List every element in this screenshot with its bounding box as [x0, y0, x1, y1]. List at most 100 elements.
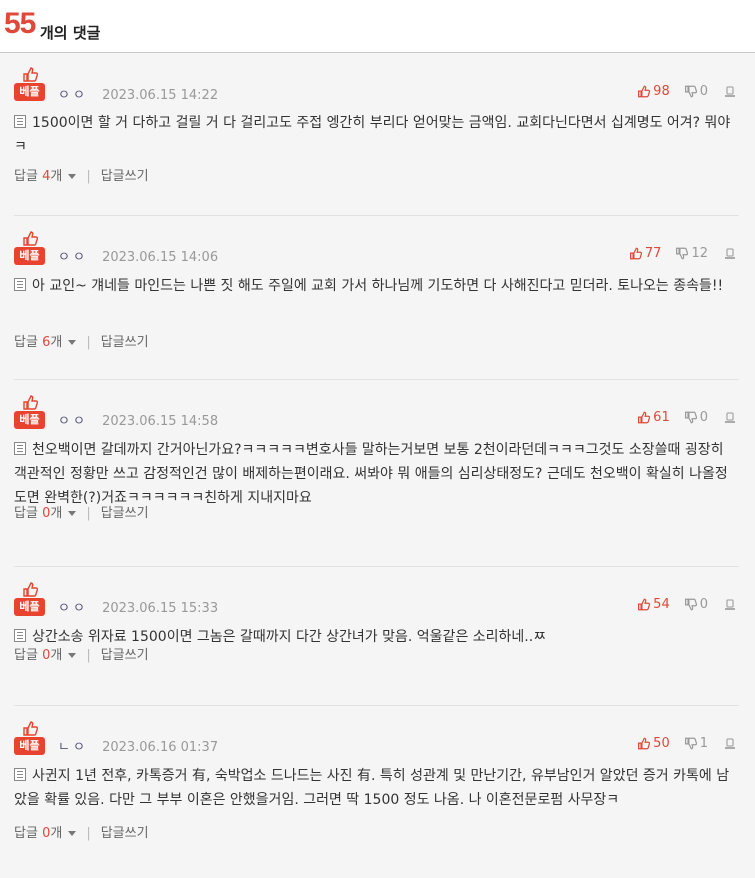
reply-toggle[interactable]: 답글 4개 — [14, 169, 77, 184]
comment-stats: 54 0 — [637, 597, 739, 612]
thumbs-down-icon — [676, 247, 689, 260]
comment-item: 베플 ㅇㅇ 2023.06.15 14:06 77 12 아 교인~ 걔네들 마… — [14, 216, 739, 380]
best-badge: 베플 — [14, 67, 46, 101]
best-label: 베플 — [14, 411, 45, 429]
comment-meta: ㅇㅇ 2023.06.15 14:06 — [58, 246, 218, 265]
comment-item: 베플 ㅇㅇ 2023.06.15 15:33 54 0 상간소송 위자료 150… — [14, 567, 739, 706]
best-badge: 베플 — [14, 231, 46, 265]
write-reply-button[interactable]: 답글쓰기 — [101, 648, 149, 663]
document-icon — [14, 442, 26, 455]
comment-date: 2023.06.15 14:06 — [102, 250, 219, 265]
comment-author[interactable]: ㄴㅇ — [58, 740, 88, 755]
thumbs-up-icon — [638, 85, 651, 98]
dislike-button[interactable]: 1 — [684, 736, 708, 751]
report-icon — [725, 85, 735, 97]
divider: | — [86, 169, 91, 184]
reply-unit: 개 — [50, 335, 63, 350]
comment-stats: 61 0 — [637, 410, 739, 425]
reply-label: 답글 — [14, 648, 38, 663]
reply-unit: 개 — [50, 506, 63, 521]
report-button[interactable] — [724, 247, 739, 260]
reply-unit: 개 — [50, 648, 63, 663]
comment-item: 베플 ㄴㅇ 2023.06.16 01:37 50 1 사귄지 1년 전후, 카… — [14, 706, 739, 878]
dislike-button[interactable]: 12 — [675, 246, 708, 261]
reply-toggle[interactable]: 답글 6개 — [14, 335, 77, 350]
best-badge: 베플 — [14, 395, 46, 429]
dislike-button[interactable]: 0 — [684, 597, 708, 612]
comment-author[interactable]: ㅇㅇ — [58, 250, 88, 265]
comments-header: 55 개의 댓글 — [0, 0, 755, 53]
dislike-button[interactable]: 0 — [684, 84, 708, 99]
report-button[interactable] — [724, 737, 739, 750]
like-button[interactable]: 61 — [637, 410, 670, 425]
best-label: 베플 — [14, 598, 45, 616]
reply-toggle[interactable]: 답글 0개 — [14, 826, 77, 841]
write-reply-button[interactable]: 답글쓰기 — [101, 335, 149, 350]
like-button[interactable]: 54 — [637, 597, 670, 612]
comment-date: 2023.06.15 14:58 — [102, 414, 219, 429]
comment-item: 베플 ㅇㅇ 2023.06.15 14:22 98 0 1500이면 할 거 다… — [14, 53, 739, 216]
comment-meta: ㄴㅇ 2023.06.16 01:37 — [58, 736, 218, 755]
comment-meta: ㅇㅇ 2023.06.15 14:58 — [58, 410, 218, 429]
best-thumb-icon — [23, 721, 38, 736]
like-count: 54 — [653, 597, 670, 612]
like-button[interactable]: 77 — [629, 246, 661, 261]
comment-text: 사귄지 1년 전후, 카톡증거 有, 숙박업소 드나드는 사진 有. 특히 성관… — [14, 768, 730, 808]
comment-body: 1500이면 할 거 다하고 걸릴 거 다 걸리고도 주접 엥간히 부리다 얻어… — [14, 111, 739, 159]
dislike-button[interactable]: 0 — [684, 410, 708, 425]
report-icon — [725, 411, 735, 423]
report-button[interactable] — [724, 85, 739, 98]
thumbs-up-icon — [638, 598, 651, 611]
reply-label: 답글 — [14, 826, 38, 841]
comment-actions: 답글 6개 | 답글쓰기 — [14, 331, 149, 350]
write-reply-button[interactable]: 답글쓰기 — [101, 826, 149, 841]
reply-unit: 개 — [50, 169, 63, 184]
comment-meta: ㅇㅇ 2023.06.15 14:22 — [58, 84, 218, 103]
divider: | — [86, 506, 91, 521]
divider: | — [86, 826, 91, 841]
comment-text: 천오백이면 갈데까지 간거아닌가요?ㅋㅋㅋㅋㅋ변호사들 말하는거보면 보통 2천… — [14, 442, 728, 506]
comment-count-label: 개의 댓글 — [40, 24, 101, 42]
dislike-count: 1 — [699, 736, 708, 751]
chevron-down-icon — [68, 653, 77, 658]
best-thumb-icon — [23, 395, 38, 410]
report-button[interactable] — [724, 411, 739, 424]
comment-list: 베플 ㅇㅇ 2023.06.15 14:22 98 0 1500이면 할 거 다… — [0, 53, 755, 878]
reply-label: 답글 — [14, 506, 38, 521]
comment-actions: 답글 4개 | 답글쓰기 — [14, 165, 149, 184]
comment-author[interactable]: ㅇㅇ — [58, 601, 88, 616]
like-button[interactable]: 98 — [637, 84, 670, 99]
comment-item: 베플 ㅇㅇ 2023.06.15 14:58 61 0 천오백이면 갈데까지 간… — [14, 380, 739, 567]
like-count: 98 — [653, 84, 670, 99]
best-thumb-icon — [23, 231, 38, 246]
thumbs-up-icon — [629, 247, 642, 260]
report-icon — [725, 598, 735, 610]
reply-toggle[interactable]: 답글 0개 — [14, 506, 77, 521]
comment-stats: 50 1 — [637, 736, 739, 751]
comment-meta: ㅇㅇ 2023.06.15 15:33 — [58, 597, 218, 616]
comment-author[interactable]: ㅇㅇ — [58, 414, 88, 429]
report-button[interactable] — [724, 598, 739, 611]
dislike-count: 0 — [699, 410, 708, 425]
dislike-count: 12 — [691, 246, 708, 261]
comment-actions: 답글 0개 | 답글쓰기 — [14, 644, 149, 663]
reply-toggle[interactable]: 답글 0개 — [14, 648, 77, 663]
chevron-down-icon — [68, 831, 77, 836]
chevron-down-icon — [68, 174, 77, 179]
like-count: 61 — [653, 410, 670, 425]
comment-stats: 77 12 — [629, 246, 739, 261]
comment-text: 아 교인~ 걔네들 마인드는 나쁜 짓 해도 주일에 교회 가서 하나님께 기도… — [32, 278, 724, 294]
thumbs-up-icon — [638, 411, 651, 424]
comment-body: 천오백이면 갈데까지 간거아닌가요?ㅋㅋㅋㅋㅋ변호사들 말하는거보면 보통 2천… — [14, 438, 739, 510]
comment-body: 사귄지 1년 전후, 카톡증거 有, 숙박업소 드나드는 사진 有. 특히 성관… — [14, 764, 739, 812]
like-count: 50 — [653, 736, 670, 751]
dislike-count: 0 — [699, 597, 708, 612]
write-reply-button[interactable]: 답글쓰기 — [101, 506, 149, 521]
like-button[interactable]: 50 — [637, 736, 670, 751]
comment-stats: 98 0 — [637, 84, 739, 99]
write-reply-button[interactable]: 답글쓰기 — [101, 169, 149, 184]
comment-author[interactable]: ㅇㅇ — [58, 88, 88, 103]
comment-body: 아 교인~ 걔네들 마인드는 나쁜 짓 해도 주일에 교회 가서 하나님께 기도… — [14, 274, 739, 298]
comment-date: 2023.06.15 15:33 — [102, 601, 219, 616]
chevron-down-icon — [68, 340, 77, 345]
